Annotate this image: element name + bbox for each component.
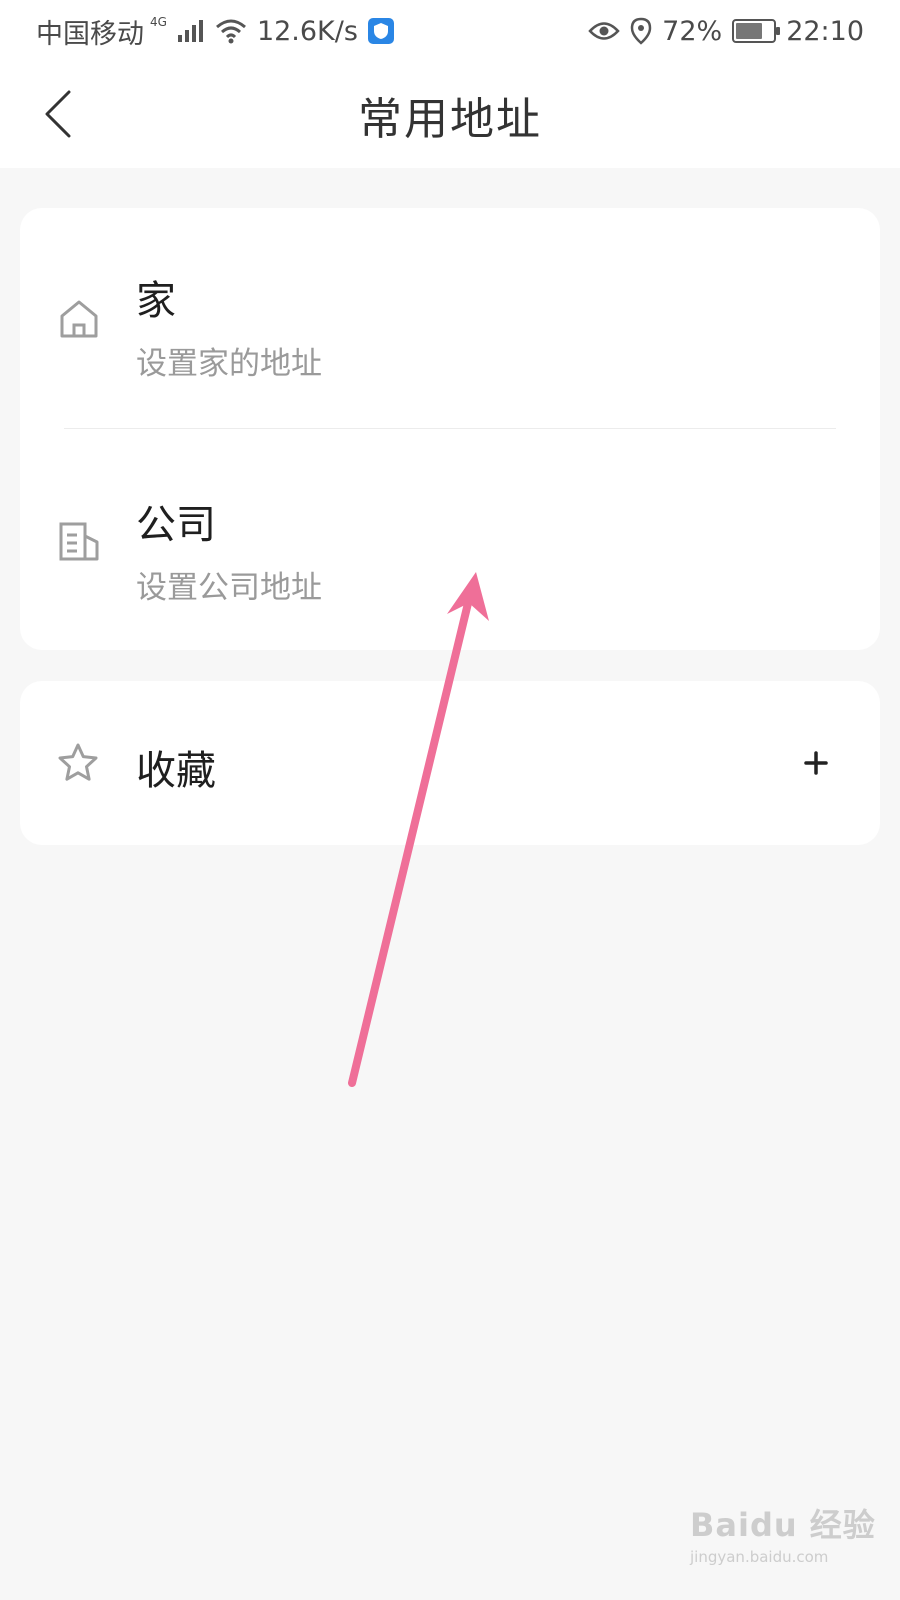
home-icon [60,300,98,338]
watermark-url: jingyan.baidu.com [690,1548,829,1566]
home-title: 家 [136,278,176,324]
network-type: 4G [150,15,167,29]
signal-icon [177,20,203,42]
carrier-name: 中国移动 [36,18,144,50]
add-favorite-button[interactable] [792,739,840,787]
company-title: 公司 [136,502,216,548]
star-icon [58,743,98,781]
status-right: 72% 22:10 [588,16,864,47]
plus-icon [804,751,828,775]
favorites-card: 收藏 [20,681,880,845]
divider [64,428,836,429]
network-speed: 12.6K/s [256,15,358,47]
company-address-row[interactable]: 公司 设置公司地址 [20,430,880,650]
address-card: 家 设置家的地址 公司 设置公司地址 [20,208,880,650]
nav-bar: 常用地址 [0,62,900,168]
location-icon [630,17,652,45]
status-left: 中国移动 4G 12.6K/s [36,12,394,51]
favorites-row[interactable]: 收藏 [20,681,880,845]
building-icon [59,522,99,561]
battery-percent: 72% [662,15,723,47]
clock: 22:10 [786,15,864,47]
company-subtitle: 设置公司地址 [136,570,322,606]
eye-icon [588,22,620,40]
shield-icon [367,18,394,44]
wifi-icon [215,19,246,44]
status-bar: 中国移动 4G 12.6K/s 72% 22:10 [0,0,900,62]
page-title: 常用地址 [358,94,542,145]
battery-icon [732,19,781,43]
chevron-left-icon [45,90,71,138]
home-address-row[interactable]: 家 设置家的地址 [20,208,880,428]
watermark: Baidu 经验 jingyan.baidu.com [690,1500,880,1590]
favorites-title: 收藏 [136,748,216,794]
back-button[interactable] [30,86,86,142]
home-subtitle: 设置家的地址 [136,346,322,382]
watermark-logo: Baidu 经验 [690,1506,876,1544]
